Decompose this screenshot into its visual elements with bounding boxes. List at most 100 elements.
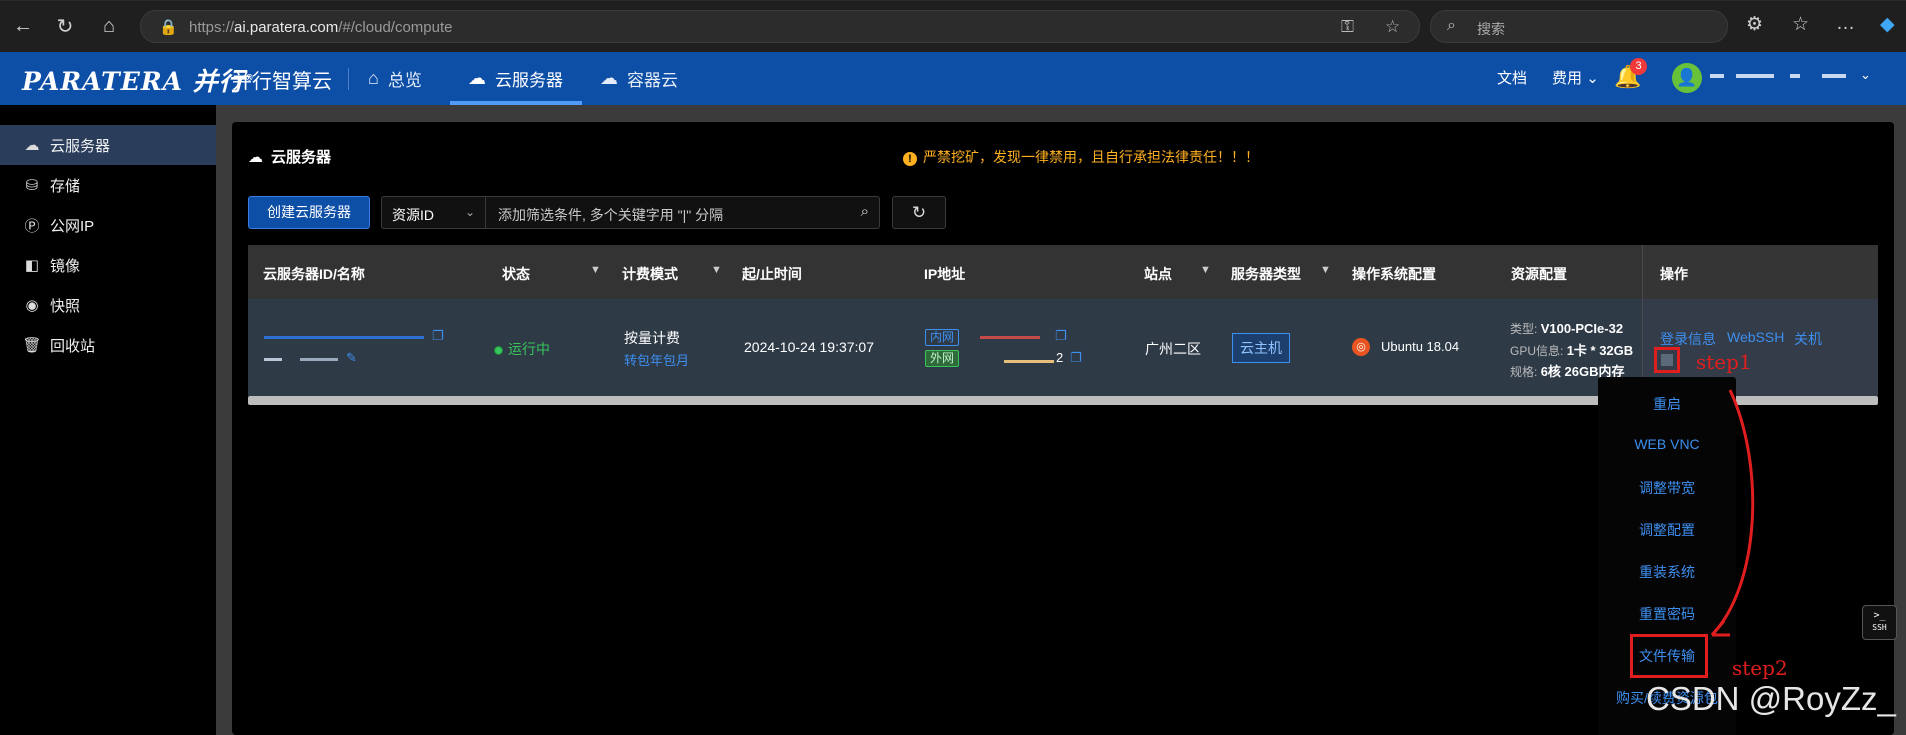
home-icon: ⌂ xyxy=(368,68,379,88)
more-actions-button[interactable] xyxy=(1654,347,1680,373)
copilot-icon[interactable]: ◆ xyxy=(1880,13,1895,36)
lock-icon: 🔒 xyxy=(159,19,178,36)
refresh-icon: ↻ xyxy=(911,203,927,222)
filter-icon[interactable]: ▼ xyxy=(590,264,601,276)
col-header-server-type: 服务器类型 xyxy=(1231,266,1301,282)
copy-icon[interactable]: ❐ xyxy=(1070,350,1082,366)
container-cloud-icon: ☁ xyxy=(600,68,618,88)
step1-annotation: step1 xyxy=(1696,350,1752,374)
billing-mode: 按量计费 xyxy=(624,330,680,346)
user-avatar[interactable]: 👤 xyxy=(1672,63,1702,93)
server-name-redacted xyxy=(300,358,338,361)
step2-annotation: step2 xyxy=(1732,656,1788,680)
col-header-resources: 资源配置 xyxy=(1511,266,1567,282)
col-header-ip: IP地址 xyxy=(924,266,966,282)
copy-icon[interactable]: ❐ xyxy=(1055,328,1067,344)
col-header-time: 起/止时间 xyxy=(742,266,802,282)
key-icon[interactable]: ⚿ xyxy=(1341,17,1354,37)
fees-menu[interactable]: 费用 ⌄ xyxy=(1552,67,1599,88)
extensions-icon[interactable]: ⚙ xyxy=(1746,13,1763,36)
cloud-server-icon: ☁ xyxy=(468,68,486,88)
docs-link[interactable]: 文档 xyxy=(1497,67,1527,88)
chevron-down-icon[interactable]: ⌄ xyxy=(1860,67,1871,83)
server-type-tag: 云主机 xyxy=(1232,333,1290,363)
outer-network-tag: 外网 xyxy=(925,350,960,367)
inner-ip-redacted xyxy=(980,336,1040,339)
cloud-server-icon: ☁ xyxy=(248,149,263,166)
ssh-terminal-button[interactable]: >_ SSH xyxy=(1862,605,1897,640)
site-value: 广州二区 xyxy=(1145,341,1201,357)
ip-icon: Ⓟ xyxy=(24,217,40,235)
back-icon[interactable]: ← xyxy=(8,11,38,41)
notification-badge: 3 xyxy=(1630,58,1647,75)
resource-gpu: GPU信息: 1卡 * 32GB xyxy=(1510,343,1634,358)
col-header-os: 操作系统配置 xyxy=(1352,266,1436,282)
filter-icon[interactable]: ▼ xyxy=(1200,264,1211,276)
shutdown-link[interactable]: 关机 xyxy=(1794,329,1822,349)
table-header xyxy=(248,245,1878,299)
logo-subtitle: 并行智算云 xyxy=(232,71,332,93)
sidebar-item-storage[interactable]: ⛁ 存储 xyxy=(0,165,216,205)
col-header-id-name: 云服务器ID/名称 xyxy=(263,266,365,282)
browser-search-box[interactable]: ⌕ 搜索 xyxy=(1430,10,1728,43)
chevron-down-icon: ⌄ xyxy=(1586,70,1599,87)
favorites-bar-icon[interactable]: ☆ xyxy=(1792,13,1809,36)
browser-toolbar: ← ↻ ⌂ 🔒 https://ai.paratera.com/#/cloud/… xyxy=(0,0,1906,52)
search-placeholder: 搜索 xyxy=(1477,21,1505,37)
mining-warning: ! 严禁挖矿，发现一律禁用，且自行承担法律责任！！！ xyxy=(903,147,1259,167)
create-server-button[interactable]: 创建云服务器 xyxy=(248,196,370,229)
col-header-site: 站点 xyxy=(1144,266,1172,282)
sidebar-item-public-ip[interactable]: Ⓟ 公网IP xyxy=(0,205,216,245)
csdn-watermark: CSDN @RoyZz_ xyxy=(1646,680,1896,717)
copy-icon[interactable]: ❐ xyxy=(432,328,444,344)
webssh-link[interactable]: WebSSH xyxy=(1727,329,1784,345)
col-header-billing: 计费模式 xyxy=(622,266,678,282)
filter-icon[interactable]: ▼ xyxy=(711,264,722,276)
filter-field-select[interactable]: 资源ID ⌄ xyxy=(381,196,485,229)
annotation-arrow xyxy=(1710,389,1755,637)
sidebar-item-snapshot[interactable]: ◉ 快照 xyxy=(0,285,216,325)
filter-icon[interactable]: ▼ xyxy=(1320,264,1331,276)
app-header: PARATERA 并行® 并行智算云 ⌂ 总览 ☁ 云服务器 ☁ 容器云 文档 费用 … xyxy=(0,52,1906,105)
edit-icon[interactable]: ✎ xyxy=(346,350,357,366)
filter-input[interactable]: 添加筛选条件, 多个关键字用 "|" 分隔 ⌕ xyxy=(485,196,880,229)
outer-ip-redacted xyxy=(1004,360,1054,363)
chevron-down-icon: ⌄ xyxy=(464,205,475,219)
login-info-link[interactable]: 登录信息 xyxy=(1660,329,1716,349)
search-icon[interactable]: ⌕ xyxy=(861,203,869,220)
nav-cloud-server[interactable]: ☁ 云服务器 xyxy=(468,52,563,105)
outer-ip-suffix: 2 xyxy=(1056,350,1064,365)
paratera-logo[interactable]: PARATERA 并行® xyxy=(22,62,255,98)
os-value: Ubuntu 18.04 xyxy=(1381,339,1460,354)
address-bar[interactable]: 🔒 https://ai.paratera.com/#/cloud/comput… xyxy=(140,10,1420,43)
server-id-redacted[interactable] xyxy=(264,336,424,339)
more-menu-icon[interactable]: … xyxy=(1836,13,1855,35)
user-name-redacted[interactable] xyxy=(1710,69,1850,83)
sidebar-item-recycle-bin[interactable]: 🗑 回收站 xyxy=(0,325,216,365)
nav-container-cloud[interactable]: ☁ 容器云 xyxy=(600,52,678,105)
running-dot-icon xyxy=(494,345,503,355)
sidebar-item-image[interactable]: ◧ 镜像 xyxy=(0,245,216,285)
resource-type: 类型: V100-PCIe-32 xyxy=(1510,321,1624,336)
storage-icon: ⛁ xyxy=(25,177,39,194)
col-header-status: 状态 xyxy=(502,266,530,282)
snapshot-icon: ◉ xyxy=(25,297,39,314)
header-divider xyxy=(348,68,349,90)
inner-network-tag: 内网 xyxy=(925,329,960,346)
ubuntu-icon: ◎ xyxy=(1352,338,1370,356)
col-header-ops: 操作 xyxy=(1660,266,1688,282)
sidebar-item-cloud-server[interactable]: ☁ 云服务器 xyxy=(0,125,216,165)
nav-overview[interactable]: ⌂ 总览 xyxy=(368,52,422,105)
status-badge: 运行中 xyxy=(494,339,550,359)
refresh-button[interactable]: ↻ xyxy=(892,196,946,229)
search-icon: ⌕ xyxy=(1447,17,1456,34)
convert-to-subscription-link[interactable]: 转包年包月 xyxy=(624,350,689,369)
server-name-redacted xyxy=(264,358,282,361)
reload-icon[interactable]: ↻ xyxy=(50,11,80,41)
favorite-icon[interactable]: ☆ xyxy=(1385,17,1400,37)
sidebar: ☁ 云服务器 ⛁ 存储 Ⓟ 公网IP ◧ 镜像 ◉ 快照 🗑 回收站 xyxy=(0,105,216,735)
image-icon: ◧ xyxy=(24,257,40,274)
warning-icon: ! xyxy=(903,152,917,166)
home-icon[interactable]: ⌂ xyxy=(94,11,124,41)
cloud-server-icon: ☁ xyxy=(24,137,40,154)
